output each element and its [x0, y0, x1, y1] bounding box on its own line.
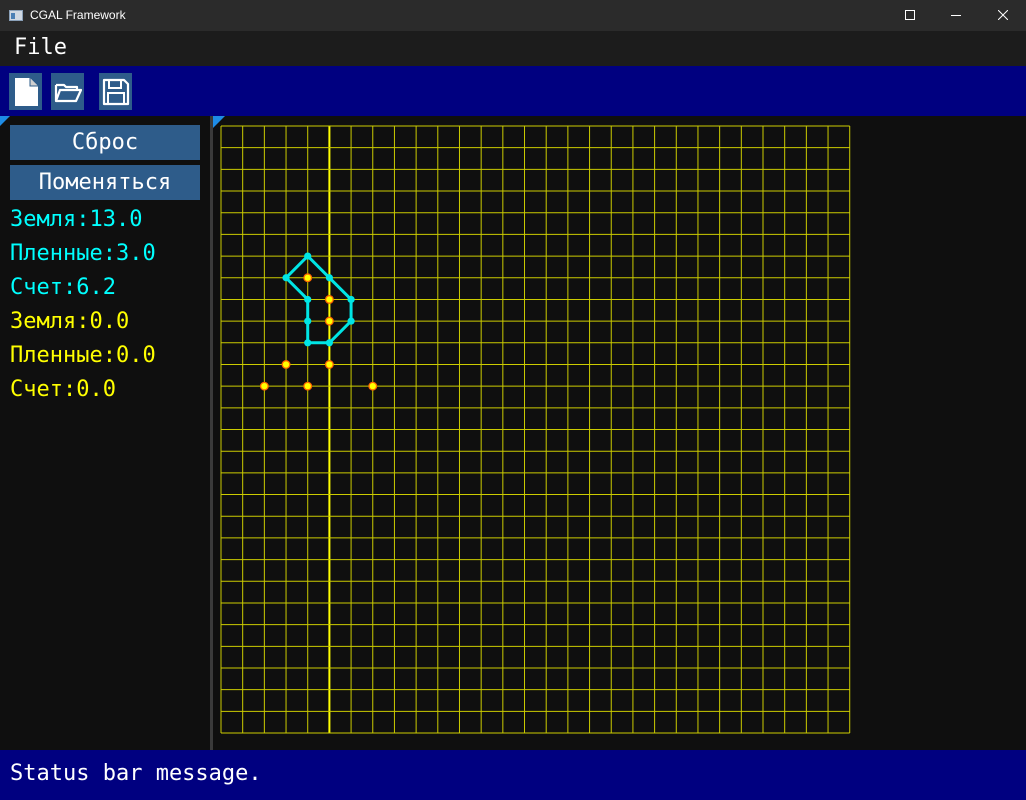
cyan-stone	[347, 317, 355, 325]
minimize-icon	[951, 15, 961, 16]
swap-button[interactable]: Поменяться	[10, 165, 200, 200]
player1-captives: Пленные:3.0	[10, 241, 156, 266]
cyan-stone	[304, 317, 312, 325]
cyan-stone	[347, 295, 355, 304]
board-area	[213, 116, 1026, 750]
cyan-stone	[304, 339, 312, 347]
open-folder-button[interactable]	[51, 73, 84, 110]
game-board[interactable]	[213, 116, 1026, 750]
yellow-stone	[368, 381, 378, 391]
title-bar: CGAL Framework	[0, 0, 1026, 31]
maximize-button[interactable]	[887, 0, 933, 31]
toolbar	[0, 66, 1026, 116]
cyan-stone	[304, 252, 312, 260]
save-button[interactable]	[99, 73, 132, 110]
yellow-stone	[259, 381, 269, 391]
window-title: CGAL Framework	[30, 8, 126, 22]
player2-captives: Пленные:0.0	[10, 343, 156, 368]
yellow-stone	[303, 273, 313, 283]
board-corner-marker	[213, 116, 225, 128]
close-icon	[998, 10, 1008, 20]
menu-file[interactable]: File	[14, 34, 67, 62]
player2-land: Земля:0.0	[10, 309, 130, 334]
control-panel: Сброс Поменяться Земля:13.0 Пленные:3.0 …	[0, 116, 210, 750]
cyan-stone	[282, 274, 290, 282]
yellow-stone	[324, 316, 334, 326]
yellow-stone	[324, 294, 334, 304]
player1-score: Счет:6.2	[10, 275, 116, 300]
dock-corner-marker	[0, 116, 10, 126]
new-file-icon	[15, 78, 38, 106]
player1-land: Земля:13.0	[10, 207, 143, 232]
cyan-stone	[325, 274, 333, 282]
new-file-button[interactable]	[9, 73, 42, 110]
menu-bar: File	[0, 31, 1026, 66]
yellow-stone	[324, 360, 334, 369]
reset-button[interactable]: Сброс	[10, 125, 200, 160]
minimize-button[interactable]	[933, 0, 979, 31]
maximize-icon	[905, 10, 915, 20]
save-icon	[102, 78, 130, 106]
close-button[interactable]	[980, 0, 1026, 31]
cyan-stone	[304, 295, 312, 304]
cyan-stone	[325, 339, 333, 347]
app-icon	[9, 10, 23, 21]
yellow-stone	[303, 381, 313, 391]
yellow-stone	[281, 360, 291, 369]
status-message: Status bar message.	[10, 761, 262, 786]
status-bar: Status bar message.	[0, 750, 1026, 800]
folder-open-icon	[54, 83, 82, 103]
player2-score: Счет:0.0	[10, 377, 116, 402]
